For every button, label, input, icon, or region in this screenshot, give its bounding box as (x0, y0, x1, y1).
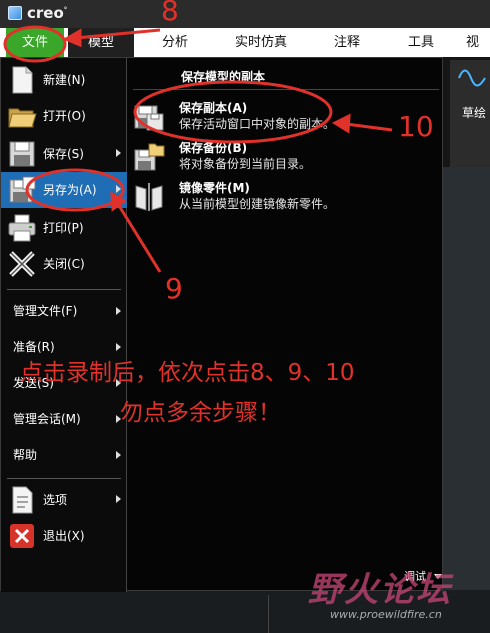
open-folder-icon (8, 108, 37, 128)
mirror-part-icon (135, 183, 163, 211)
sketch-label[interactable]: 草绘 (462, 104, 486, 121)
option-description: 保存活动窗口中对象的副本。 (179, 117, 336, 131)
ribbon-tabs: 文件 模型 分析 实时仿真 注释 工具 视 (0, 28, 490, 57)
menu-item-label: 管理文件(F) (13, 304, 78, 318)
menu-item-label: 帮助 (13, 448, 38, 462)
annotation-instruction-line2: 勿点多余步骤！ (120, 400, 281, 426)
save-icon (9, 141, 35, 167)
close-x-icon (9, 251, 35, 277)
menu-item-save-as[interactable]: 另存为(A) (1, 172, 127, 208)
save-as-panel-heading: 保存模型的副本 (181, 70, 266, 84)
printer-icon (8, 214, 36, 242)
option-description: 将对象备份到当前目录。 (179, 157, 312, 171)
tab-annotate[interactable]: 注释 (312, 28, 382, 57)
watermark-logo: 野火论坛 (308, 570, 452, 610)
tab-view[interactable]: 视 (466, 28, 490, 57)
menu-item-label: 另存为(A) (43, 183, 97, 197)
title-bar: creo° (0, 0, 490, 28)
new-file-icon (12, 66, 33, 94)
menu-item-manage-session[interactable]: 管理会话(M) (1, 402, 127, 436)
tab-model[interactable]: 模型 (68, 28, 134, 57)
option-save-backup[interactable]: 保存备份(B) 将对象备份到当前目录。 (131, 136, 441, 176)
menu-item-open[interactable]: 打开(O) (1, 98, 127, 134)
menu-item-label: 打开(O) (43, 109, 86, 123)
option-title: 保存备份(B) (179, 141, 248, 155)
menu-item-new[interactable]: 新建(N) (1, 62, 127, 98)
submenu-arrow-icon (116, 451, 121, 459)
exit-icon (10, 524, 34, 548)
submenu-arrow-icon (116, 149, 121, 157)
menu-item-label: 关闭(C) (43, 257, 85, 271)
menu-item-close[interactable]: 关闭(C) (1, 246, 127, 282)
menu-item-label: 保存(S) (43, 147, 84, 161)
creo-logo-icon (8, 6, 22, 20)
menu-item-manage-file[interactable]: 管理文件(F) (1, 294, 127, 328)
option-title: 保存副本(A) (179, 101, 248, 115)
annotation-instruction-line1: 点击录制后，依次点击8、9、10 (20, 360, 355, 386)
option-mirror-part[interactable]: 镜像零件(M) 从当前模型创建镜像新零件。 (131, 176, 441, 216)
tab-file[interactable]: 文件 (6, 28, 64, 57)
annotation-step-9: 9 (165, 272, 183, 305)
watermark-url: www.proewildfire.cn (330, 608, 442, 621)
save-as-icon (9, 176, 36, 203)
save-backup-icon (134, 143, 165, 171)
tab-analysis[interactable]: 分析 (140, 28, 210, 57)
submenu-arrow-icon (116, 495, 121, 503)
menu-separator (7, 289, 121, 290)
options-document-icon (12, 486, 33, 514)
file-menu-left-column: 新建(N) 打开(O) 保存(S) 另存为(A) 打印(P) 关闭(C) 管理文… (1, 58, 127, 592)
file-menu: 新建(N) 打开(O) 保存(S) 另存为(A) 打印(P) 关闭(C) 管理文… (0, 57, 443, 592)
menu-item-label: 选项 (43, 493, 68, 507)
annotation-step-8: 8 (161, 0, 179, 27)
option-title: 镜像零件(M) (179, 181, 250, 195)
menu-item-save[interactable]: 保存(S) (1, 136, 127, 172)
submenu-arrow-icon (116, 185, 121, 193)
tab-tools[interactable]: 工具 (386, 28, 456, 57)
menu-item-exit[interactable]: 退出(X) (1, 518, 127, 554)
save-copy-icon (134, 105, 164, 131)
app-logo-text: creo° (27, 4, 68, 22)
submenu-arrow-icon (116, 343, 121, 351)
option-save-copy[interactable]: 保存副本(A) 保存活动窗口中对象的副本。 (131, 96, 441, 136)
panel-divider (133, 89, 439, 90)
menu-item-label: 退出(X) (43, 529, 85, 543)
menu-item-label: 管理会话(M) (13, 412, 81, 426)
annotation-step-10: 10 (398, 110, 434, 143)
sketch-wave-icon (458, 69, 486, 87)
menu-separator (7, 478, 121, 479)
option-description: 从当前模型创建镜像新零件。 (179, 197, 336, 211)
tab-simulation[interactable]: 实时仿真 (222, 28, 300, 57)
menu-item-print[interactable]: 打印(P) (1, 210, 127, 246)
menu-item-options[interactable]: 选项 (1, 482, 127, 518)
submenu-arrow-icon (116, 307, 121, 315)
menu-item-label: 打印(P) (43, 221, 84, 235)
status-divider (268, 595, 269, 633)
menu-item-label: 新建(N) (43, 73, 86, 87)
menu-item-help[interactable]: 帮助 (1, 438, 127, 472)
